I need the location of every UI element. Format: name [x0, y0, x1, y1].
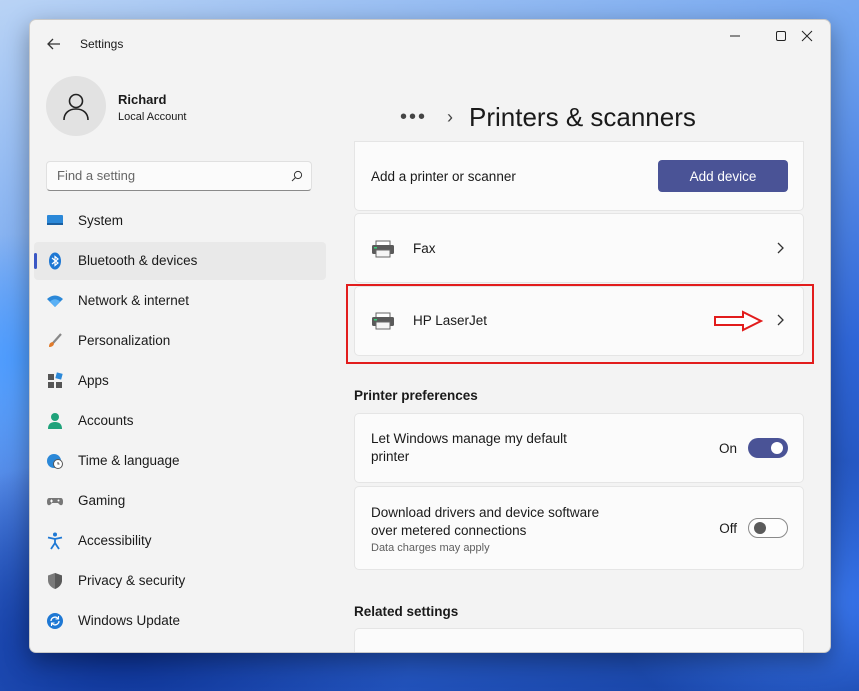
apps-icon	[48, 372, 63, 388]
sidebar-item-label: Network & internet	[78, 293, 190, 308]
bluetooth-icon	[49, 252, 61, 270]
minimize-icon	[730, 35, 740, 37]
system-icon	[47, 215, 63, 225]
default-printer-label-line2: printer	[371, 449, 410, 464]
device-name: Fax	[413, 241, 436, 256]
add-printer-card: Add a printer or scanner Add device	[354, 141, 804, 211]
sidebar-item-network[interactable]: Network & internet	[34, 282, 326, 320]
sidebar-item-label: Bluetooth & devices	[78, 253, 198, 268]
minimize-button[interactable]	[712, 20, 758, 52]
account-type: Local Account	[118, 111, 187, 123]
default-printer-setting: Let Windows manage my default printer On	[354, 413, 804, 483]
toggle-knob	[754, 522, 766, 534]
sidebar-item-privacy[interactable]: Privacy & security	[34, 562, 326, 600]
person-icon	[63, 93, 89, 121]
sidebar-item-label: Windows Update	[78, 613, 181, 628]
sidebar-item-time-language[interactable]: Time & language	[34, 442, 326, 480]
update-icon	[47, 613, 63, 629]
sidebar-item-accessibility[interactable]: Accessibility	[34, 522, 326, 560]
metered-download-label-line2: over metered connections	[371, 523, 527, 538]
toggle-knob	[771, 442, 783, 454]
sidebar-item-gaming[interactable]: Gaming	[34, 482, 326, 520]
add-device-button[interactable]: Add device	[658, 160, 788, 192]
sidebar-item-label: Apps	[78, 373, 109, 388]
related-settings-heading: Related settings	[354, 604, 459, 619]
default-printer-toggle[interactable]	[748, 438, 788, 458]
close-icon	[801, 30, 813, 42]
sidebar-item-personalization[interactable]: Personalization	[34, 322, 326, 360]
accessibility-icon	[47, 532, 63, 550]
back-arrow-icon	[47, 38, 60, 50]
sidebar-item-bluetooth[interactable]: Bluetooth & devices	[34, 242, 326, 280]
device-row-fax[interactable]: Fax	[354, 213, 804, 283]
search-icon	[291, 170, 303, 182]
sidebar-item-label: Privacy & security	[78, 573, 186, 588]
accounts-icon	[48, 413, 62, 429]
metered-download-label: Download drivers and device software	[371, 505, 600, 520]
sidebar-item-accounts[interactable]: Accounts	[34, 402, 326, 440]
gamepad-icon	[47, 498, 63, 506]
printer-icon	[372, 240, 394, 258]
sidebar-item-label: Personalization	[78, 333, 171, 348]
red-arrow-icon	[714, 310, 764, 332]
breadcrumb: ••• › Printers & scanners	[400, 100, 696, 134]
search-box[interactable]	[46, 161, 312, 191]
add-printer-label: Add a printer or scanner	[371, 169, 516, 184]
sidebar-item-label: Time & language	[78, 453, 180, 468]
printer-preferences-heading: Printer preferences	[354, 388, 478, 403]
toggle-state-label: Off	[719, 521, 737, 536]
toggle-state-label: On	[718, 441, 737, 456]
window-title: Settings	[80, 37, 124, 51]
back-button[interactable]	[44, 34, 64, 54]
title-bar: Settings	[30, 20, 830, 68]
breadcrumb-separator-icon: ›	[447, 106, 454, 127]
avatar[interactable]	[46, 76, 106, 136]
sidebar-item-windows-update[interactable]: Windows Update	[34, 602, 326, 640]
shield-icon	[48, 573, 62, 589]
sidebar-item-apps[interactable]: Apps	[34, 362, 326, 400]
sidebar-item-label: Gaming	[78, 493, 126, 508]
sidebar-item-system[interactable]: System	[34, 202, 326, 240]
sidebar-nav: System Bluetooth & devices Network & int…	[34, 202, 326, 642]
globe-clock-icon	[47, 454, 63, 469]
search-input[interactable]	[57, 168, 277, 183]
wifi-icon	[47, 295, 63, 307]
default-printer-label: Let Windows manage my default	[371, 431, 567, 446]
page-title: Printers & scanners	[469, 101, 696, 132]
sidebar-item-label: Accounts	[78, 413, 134, 428]
sidebar-item-label: System	[78, 213, 124, 228]
related-settings-card[interactable]	[354, 628, 804, 652]
user-name: Richard	[118, 92, 167, 107]
close-button[interactable]	[784, 20, 830, 52]
chevron-right-icon	[777, 242, 784, 254]
metered-download-description: Data charges may apply	[371, 542, 490, 554]
settings-window: Settings Richard Local Account System	[29, 19, 831, 653]
metered-download-toggle[interactable]	[748, 518, 788, 538]
metered-download-setting: Download drivers and device software ove…	[354, 486, 804, 570]
sidebar-item-label: Accessibility	[78, 533, 152, 548]
brush-icon	[49, 333, 62, 347]
breadcrumb-more-button[interactable]: •••	[400, 106, 427, 129]
